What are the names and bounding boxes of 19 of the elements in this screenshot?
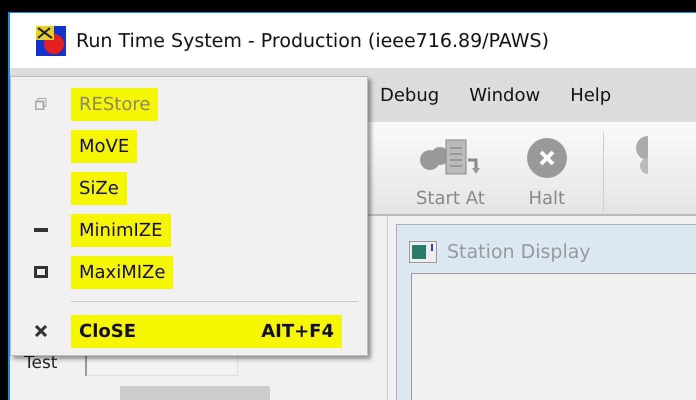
maximize-icon (34, 266, 48, 278)
window-icon (409, 241, 437, 263)
restore-icon (35, 98, 47, 110)
menu-item[interactable]: Window (469, 84, 540, 106)
menu-item[interactable]: MoVE (71, 130, 138, 162)
menu-item[interactable]: Help (570, 84, 612, 106)
minimize-icon (34, 228, 48, 232)
menu-item[interactable]: MinimIZE (71, 214, 170, 246)
menu-item[interactable]: Debug (380, 84, 440, 106)
app-icon (36, 26, 66, 56)
menu-item[interactable]: MaxiMIZe (71, 256, 174, 288)
menu-item[interactable]: SiZe (71, 172, 127, 204)
window-title: Run Time System - Production (ieee716.89/PAWS) (76, 30, 550, 52)
close-icon (35, 325, 47, 337)
field-label: Test (24, 353, 58, 373)
child-window-title: Station Display (447, 241, 591, 263)
menu-item[interactable]: CloSE AIT+F4 (71, 314, 342, 348)
input-field[interactable] (120, 386, 270, 400)
halt-icon (526, 138, 567, 178)
